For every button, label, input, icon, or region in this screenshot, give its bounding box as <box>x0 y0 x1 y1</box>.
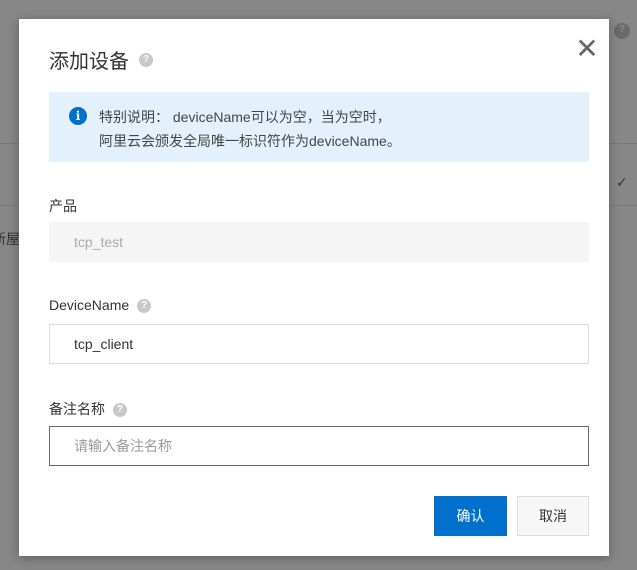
confirm-button[interactable]: 确认 <box>434 496 507 536</box>
device-name-label: DeviceName? <box>49 297 152 314</box>
background-help-icon: ? <box>614 23 630 39</box>
remark-help-icon[interactable]: ? <box>113 403 127 418</box>
info-notice: i 特别说明： deviceName可以为空，当为空时， 阿里云会颁发全局唯一标… <box>49 92 589 162</box>
dialog-title-text: 添加设备 <box>49 51 129 73</box>
dialog-title: 添加设备? <box>49 45 153 74</box>
product-field: tcp_test <box>49 222 589 262</box>
device-name-input[interactable] <box>49 324 589 364</box>
device-name-label-text: DeviceName <box>49 297 130 313</box>
remark-label-text: 备注名称 <box>49 401 105 417</box>
background-text: 新屋 <box>0 231 20 247</box>
product-label: 产品 <box>49 196 77 216</box>
close-icon[interactable]: ✕ <box>575 35 599 63</box>
help-icon[interactable]: ? <box>139 52 153 67</box>
device-name-help-icon[interactable]: ? <box>137 299 152 314</box>
remark-label: 备注名称? <box>49 399 127 419</box>
cancel-button[interactable]: 取消 <box>517 496 589 536</box>
info-icon: i <box>69 107 87 125</box>
product-label-text: 产品 <box>49 198 77 214</box>
background-divider <box>0 143 19 144</box>
background-check-icon: ✓ <box>616 174 628 190</box>
notice-line-2: 阿里云会颁发全局唯一标识符作为deviceName。 <box>99 133 401 149</box>
add-device-dialog: 添加设备? ✕ i 特别说明： deviceName可以为空，当为空时， 阿里云… <box>19 19 609 556</box>
notice-line-1: 特别说明： deviceName可以为空，当为空时， <box>99 109 391 125</box>
background-divider <box>609 143 637 144</box>
background-divider <box>0 205 19 206</box>
background-divider <box>609 205 637 206</box>
remark-input[interactable] <box>49 426 589 466</box>
